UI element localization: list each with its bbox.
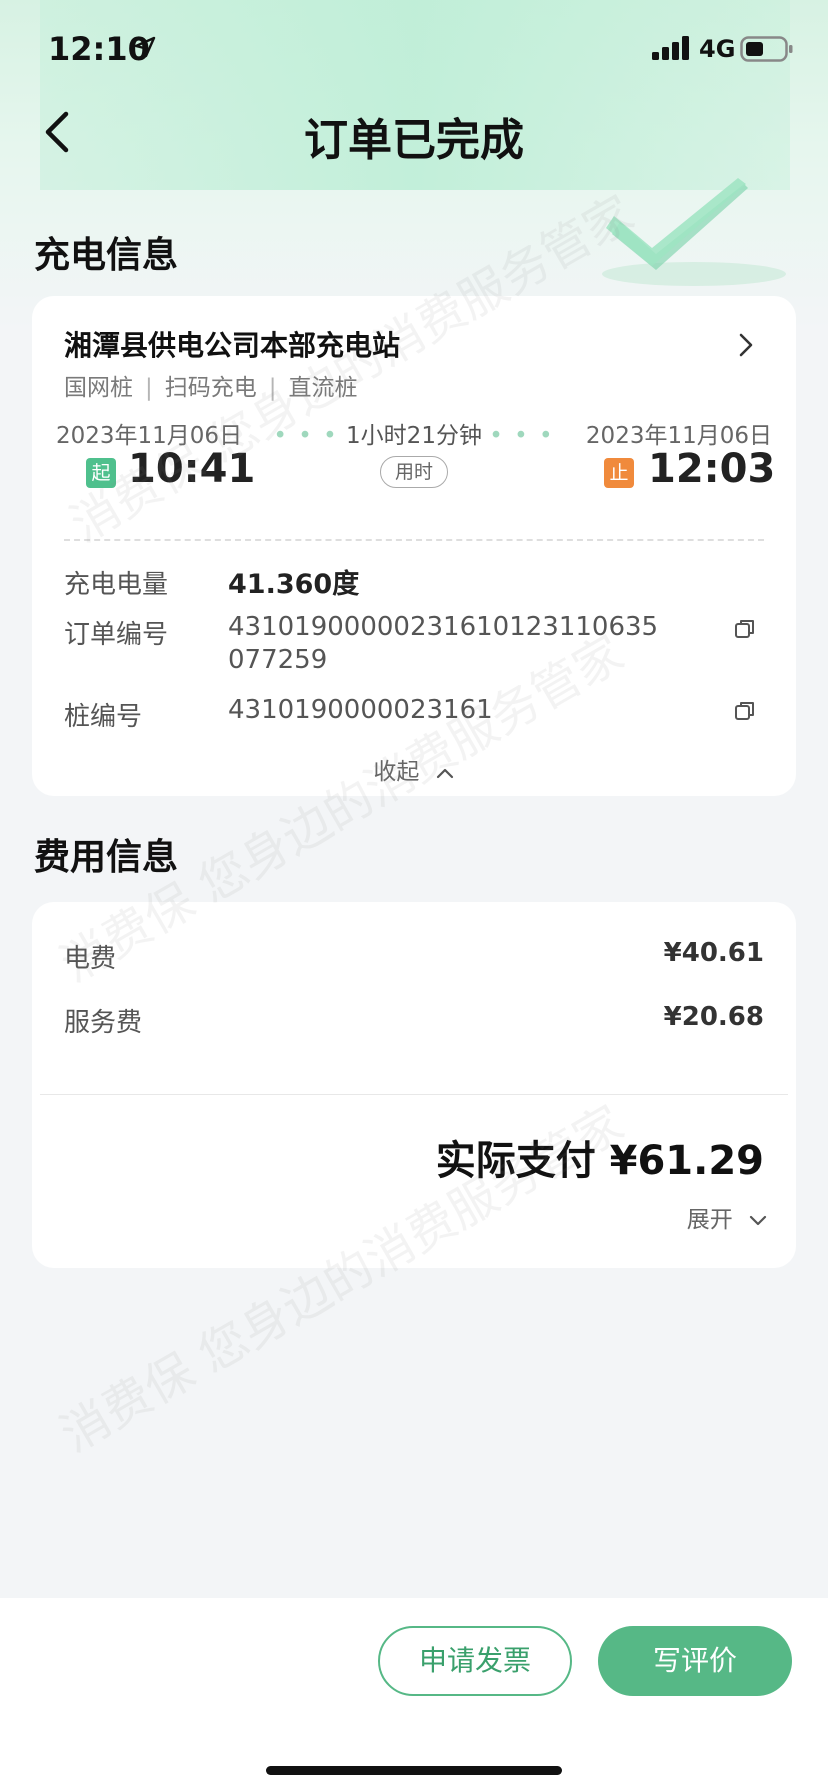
chevron-down-icon (749, 1215, 767, 1225)
bottom-action-bar: 申请发票 写评价 (0, 1598, 828, 1792)
station-tag: 国网桩 (64, 375, 133, 401)
order-number-label: 订单编号 (64, 620, 169, 650)
page-title: 订单已完成 (304, 115, 524, 166)
apply-invoice-button[interactable]: 申请发票 (378, 1626, 572, 1696)
fee-divider (40, 1094, 788, 1095)
energy-value: 41.360度 (228, 569, 360, 600)
charging-section-title: 充电信息 (34, 235, 179, 276)
tag-separator: | (268, 375, 277, 401)
station-tags: 国网桩 | 扫码充电 | 直流桩 (64, 368, 358, 402)
end-time: 12:03 (648, 446, 776, 492)
status-bar: 12:10 4G (0, 0, 828, 100)
tag-separator: | (145, 375, 153, 401)
collapse-label: 收起 (373, 759, 420, 785)
station-tag: 扫码充电 (164, 375, 257, 401)
expand-label: 展开 (686, 1207, 733, 1233)
duration-dots: • • • (273, 423, 339, 449)
location-arrow-icon (134, 36, 156, 62)
service-fee-label: 服务费 (64, 1008, 143, 1038)
duration-value: 1小时21分钟 (346, 423, 482, 449)
battery-icon (740, 36, 794, 66)
fee-info-card: 电费 ¥40.61 服务费 ¥20.68 实际支付 ¥61.29 展开 (32, 902, 796, 1268)
charging-info-card: 湘潭县供电公司本部充电站 国网桩 | 扫码充电 | 直流桩 2023年11月06日 20… (32, 296, 796, 796)
pile-number-value: 4310190000023161 (228, 695, 493, 725)
pile-number-label: 桩编号 (64, 702, 143, 732)
station-tag: 直流桩 (288, 375, 358, 401)
expand-toggle[interactable]: 展开 (687, 1200, 768, 1234)
end-badge: 止 (604, 458, 634, 488)
dashed-divider (64, 539, 764, 541)
collapse-toggle[interactable]: 收起 (32, 752, 796, 786)
energy-label: 充电电量 (64, 570, 169, 600)
start-time: 10:41 (128, 446, 256, 492)
fee-section-title: 费用信息 (34, 837, 179, 878)
duration-dots: • • • (489, 423, 555, 449)
checkmark-decoration-icon (598, 178, 798, 292)
station-name[interactable]: 湘潭县供电公司本部充电站 (64, 324, 400, 364)
signal-icon (652, 36, 692, 64)
write-review-button[interactable]: 写评价 (598, 1626, 792, 1696)
electricity-fee-value: ¥40.61 (663, 938, 764, 968)
chevron-up-icon (436, 768, 453, 778)
home-indicator[interactable] (266, 1766, 562, 1775)
electricity-fee-label: 电费 (64, 944, 117, 974)
duration-label: 用时 (380, 456, 448, 488)
chevron-right-icon[interactable] (738, 332, 754, 362)
duration-text: • • • 1小时21分钟 • • • (32, 416, 796, 450)
network-label: 4G (699, 35, 736, 63)
copy-icon[interactable] (734, 618, 756, 644)
total-paid: 实际支付 ¥61.29 (435, 1138, 764, 1184)
order-number-value: 43101900000231610123110635077259 (228, 612, 659, 675)
service-fee-value: ¥20.68 (663, 1002, 764, 1032)
copy-icon[interactable] (734, 700, 756, 726)
start-badge: 起 (86, 458, 116, 488)
